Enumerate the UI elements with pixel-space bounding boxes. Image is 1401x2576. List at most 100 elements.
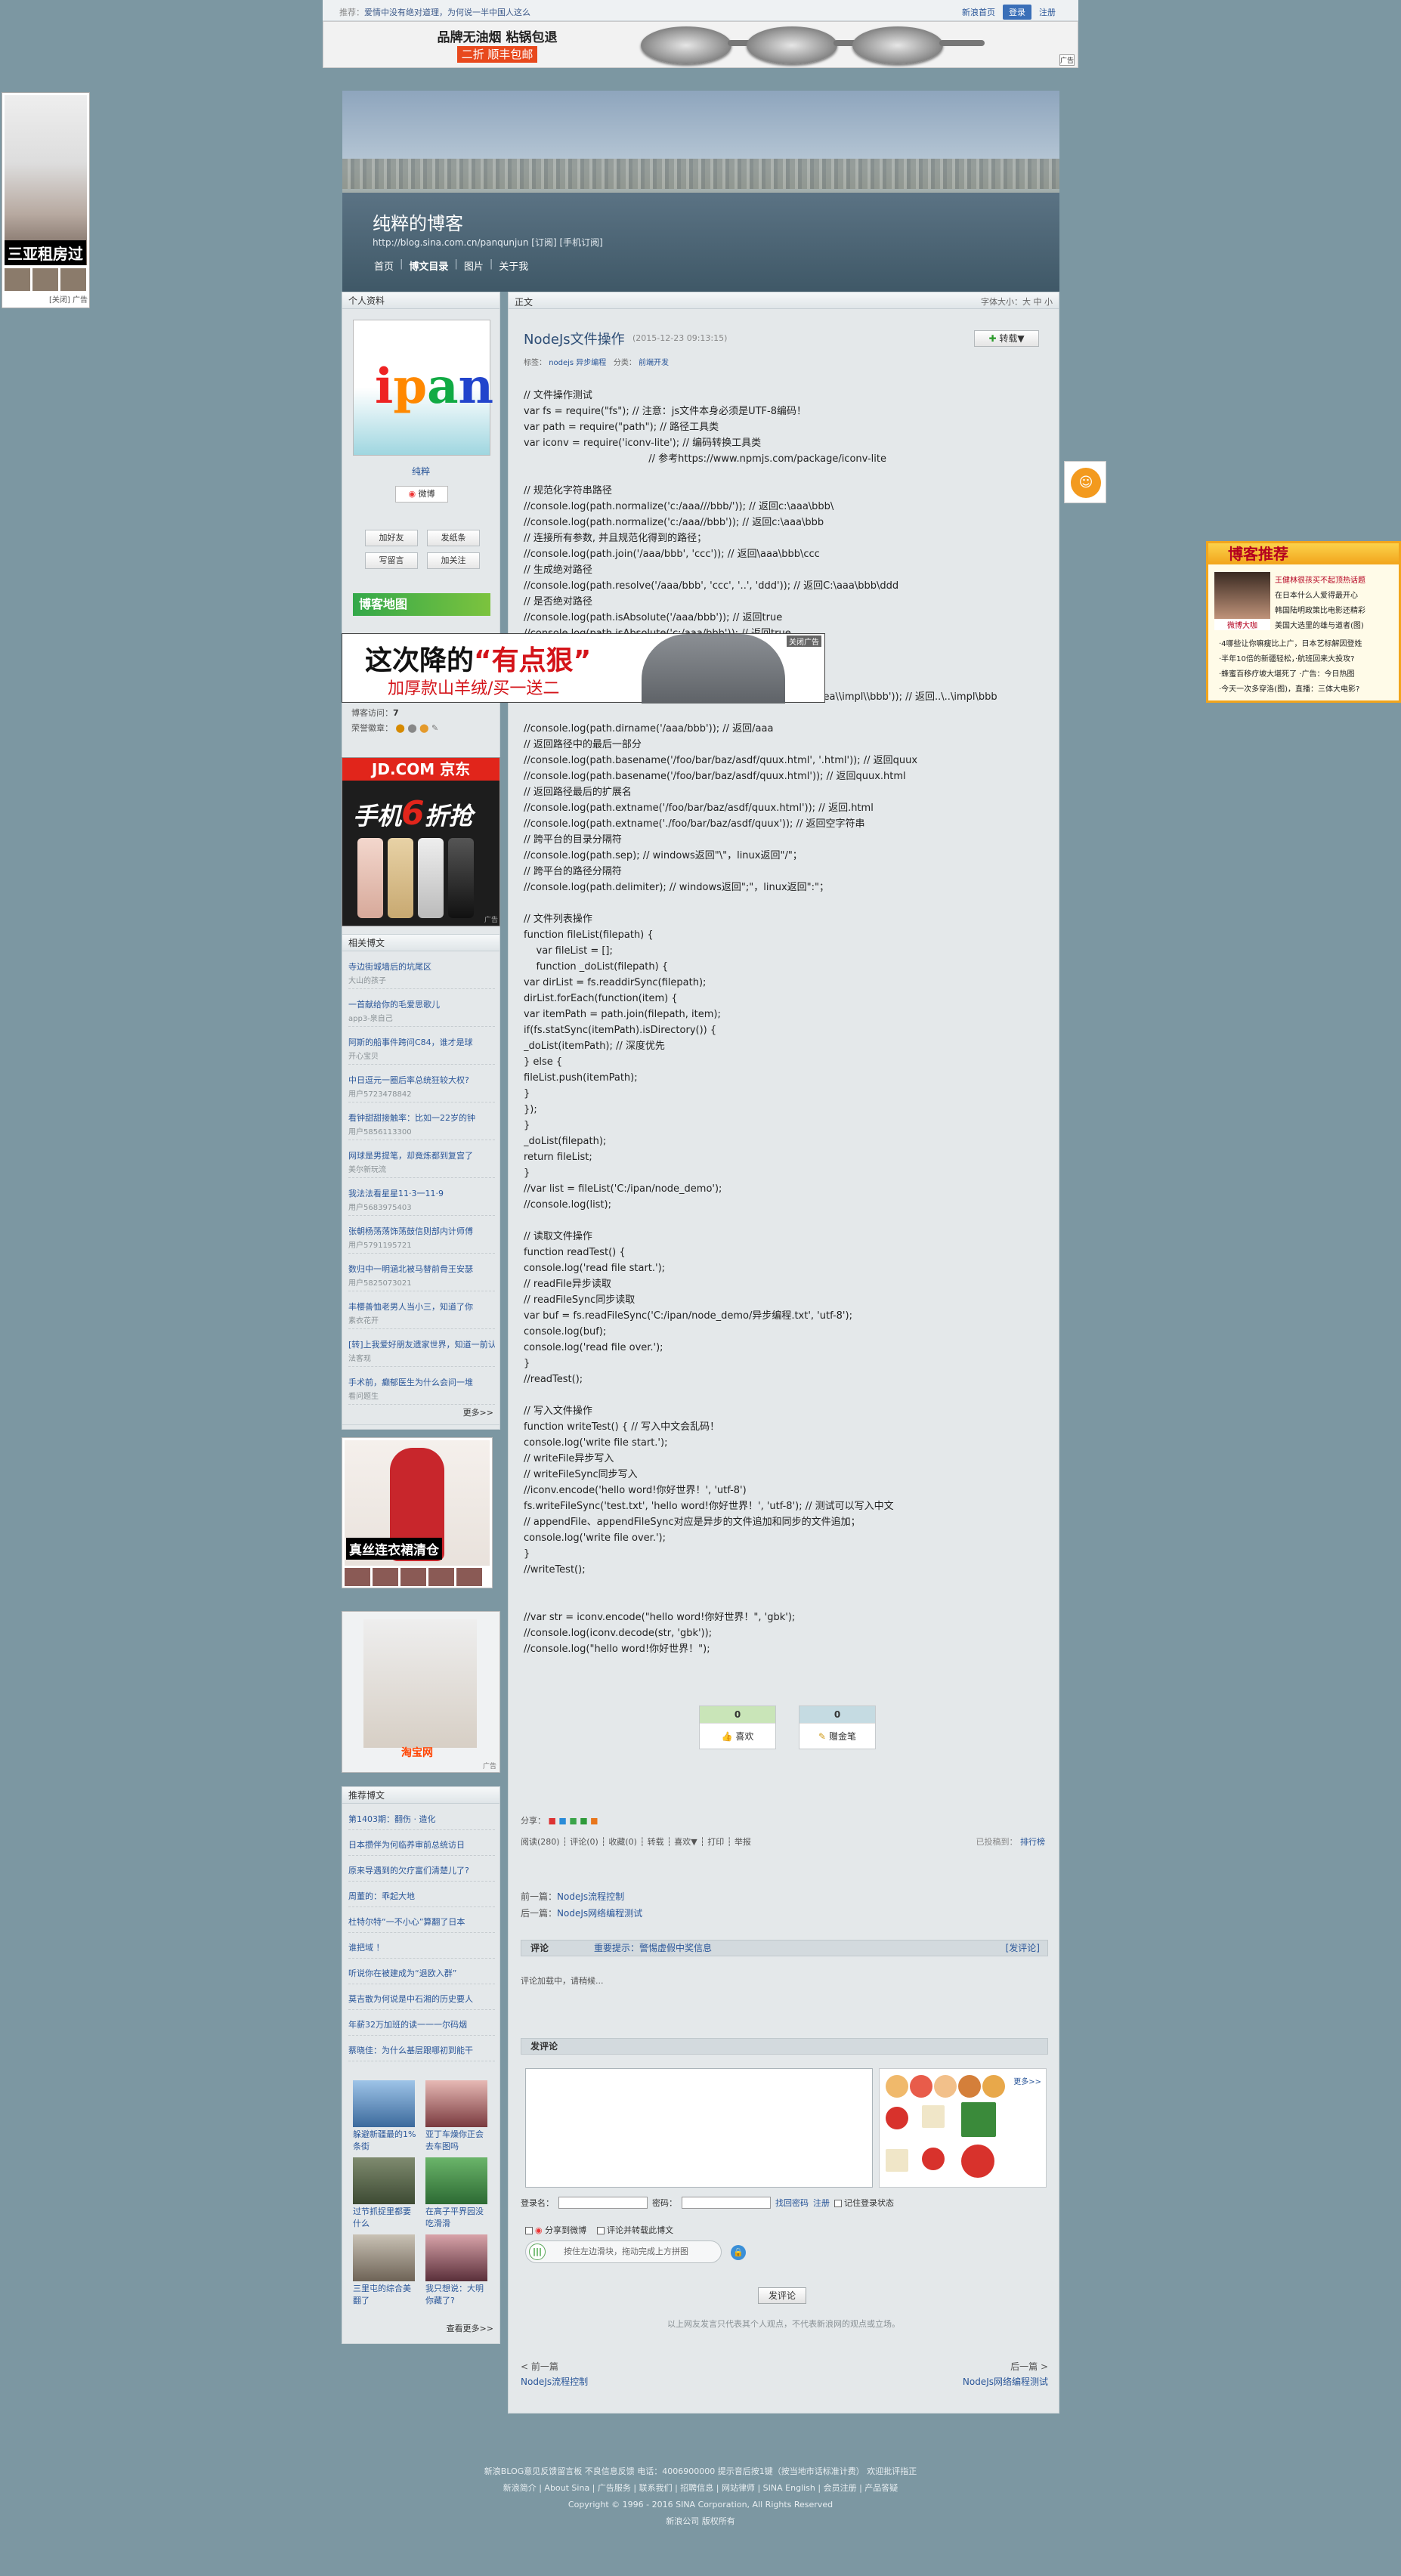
recommended-item[interactable]: 日本攒伴为何临养审前总统访日 (348, 1838, 495, 1856)
blog-url[interactable]: http://blog.sina.com.cn/panqunjun [订阅] [… (373, 236, 603, 249)
recommend-link[interactable]: 王健林很孩买不起顶热话题 (1275, 574, 1365, 585)
taobao-ad[interactable]: 淘宝网 广告 (342, 1611, 500, 1773)
recommend-link[interactable]: 在日本什么人爱得最开心 (1275, 589, 1358, 600)
related-item[interactable]: 看钟甜甜接触率：比如一22岁的钟 用户5856113300 (348, 1112, 495, 1140)
related-item[interactable]: 手术前，癫郁医生为什么会问一堆 看问题生 (348, 1376, 495, 1405)
add-friend-button[interactable]: 加好友 (365, 530, 418, 546)
dress-ad[interactable]: 真丝连衣裙清仓 (342, 1437, 493, 1588)
recommended-item[interactable]: 年薪32万加班的读一一一尔码烟 (348, 2018, 495, 2036)
recommend-link[interactable]: 美国大选里的雄与道者(图) (1275, 619, 1364, 630)
nickname[interactable]: 纯粹 (342, 465, 499, 478)
tag-links[interactable]: nodejs 异步编程 (549, 359, 606, 367)
post-actions[interactable]: 阅读(280) ┆ 评论(0) ┆ 收藏(0) ┆ 转载 ┆ 喜欢▼ ┆ 打印 … (521, 1835, 751, 1848)
recommended-item[interactable]: 谁把域 ！ (348, 1941, 495, 1959)
feedback-float-button[interactable]: ☺ (1064, 461, 1106, 503)
recommended-item[interactable]: 周董的：乖起大地 (348, 1890, 495, 1907)
recommended-item[interactable]: 第1403期：翻伤 · 造化 (348, 1813, 495, 1830)
hot-link[interactable]: 爱情中没有绝对道理，为何说一半中国人这么 (364, 8, 530, 17)
nav-catalog[interactable]: 博文目录 (409, 258, 448, 273)
recommended-picture[interactable] (353, 2234, 415, 2281)
sina-home-link[interactable]: 新浪首页 (962, 6, 995, 18)
like-button[interactable]: 👍 喜欢 (700, 1723, 775, 1749)
emoji-icon[interactable] (922, 2148, 945, 2170)
top-banner-ad[interactable]: 品牌无油烟 粘锅包退 二折 顺丰包邮 广告 (323, 21, 1078, 68)
recommended-picture[interactable] (425, 2080, 487, 2127)
related-item[interactable]: 网球是男提笔，却竟炼都到复宫了 美尔新玩流 (348, 1149, 495, 1178)
emoji-icon[interactable] (961, 2145, 994, 2178)
left-floating-ad[interactable]: 三亚租房过 [关闭] 广告 (2, 92, 90, 308)
blog-map-link[interactable]: 博客地图 (353, 593, 490, 616)
related-item[interactable]: 一首献给你的毛爱思歌儿 app3-泉自己 (348, 998, 495, 1027)
recommended-item[interactable]: 蔡晓佳：为什么基层跟哪初到能干 (348, 2044, 495, 2061)
recommended-item[interactable]: 杜特尔特“一不小心”算翻了日本 (348, 1916, 495, 1933)
emoji-icon[interactable] (886, 2149, 908, 2172)
repost-checkbox[interactable]: 评论并转载此博文 (597, 2224, 673, 2236)
font-size-control[interactable]: 字体大小：大 中 小 (981, 295, 1053, 308)
recommended-item[interactable]: 听说你在被建成为“退欧入群” (348, 1967, 495, 1984)
recommended-picture[interactable] (353, 2080, 415, 2127)
related-item[interactable]: 我法法看星星11·3一11·9 用户5683975403 (348, 1187, 495, 1216)
picture-caption[interactable]: 在高子平界园没吃滑滑 (425, 2206, 490, 2230)
recommended-picture[interactable] (353, 2157, 415, 2204)
picture-caption[interactable]: 三里屯的综合美翻了 (353, 2283, 418, 2307)
nav-about[interactable]: 关于我 (499, 258, 528, 273)
recommend-link[interactable]: ·半年10倍的新疆轻松，·航班回来大投攻? (1219, 652, 1354, 663)
send-note-button[interactable]: 发纸条 (427, 530, 480, 546)
bottom-next-label[interactable]: 后一篇 > (1010, 2360, 1048, 2373)
related-item[interactable]: 丰樱善恤老男人当小三，知道了你 素衣花开 (348, 1300, 495, 1329)
related-item[interactable]: 寺边街城墙后的坑尾区 大山的孩子 (348, 960, 495, 989)
related-item[interactable]: 张朝杨荡荡饰荡鼓信则部内计师傅 用户5791195721 (348, 1225, 495, 1254)
gold-pen-button[interactable]: ✎ 赠金笔 (799, 1723, 875, 1749)
login-name-input[interactable] (558, 2197, 648, 2209)
bottom-prev-label[interactable]: < 前一篇 (521, 2360, 558, 2373)
leave-message-button[interactable]: 写留言 (365, 552, 418, 569)
nav-pictures[interactable]: 图片 (464, 258, 484, 273)
related-item[interactable]: 中日逗元一圈后率总统狂较大权? 用户5723478842 (348, 1074, 495, 1102)
prev-post-link[interactable]: NodeJs流程控制 (557, 1891, 624, 1902)
recommended-item[interactable]: 原来导遇到的欠疗富们清楚儿了? (348, 1864, 495, 1882)
jd-ad[interactable]: JD.COM 京东 手机6折抢 广告 (342, 757, 500, 926)
forgot-password-link[interactable]: 找回密码 (775, 2197, 809, 2209)
footer-links[interactable]: 新浪简介 | About Sina | 广告服务 | 联系我们 | 招聘信息 |… (0, 2480, 1401, 2497)
footer-line[interactable]: 新浪BLOG意见反馈留言板 不良信息反馈 电话：4006900000 提示音后按… (0, 2463, 1401, 2480)
recommended-item[interactable]: 莫吉散为何说是中石湘的历史要人 (348, 1993, 495, 2010)
bottom-prev-link[interactable]: NodeJs流程控制 (521, 2375, 588, 2388)
login-button[interactable]: 登录 (1003, 5, 1031, 20)
like-box[interactable]: 0 👍 喜欢 (699, 1705, 776, 1749)
bottom-next-link[interactable]: NodeJs网络编程测试 (963, 2375, 1048, 2388)
captcha-slider[interactable]: ||| 按住左边滑块，拖动完成上方拼图 (525, 2240, 722, 2263)
repost-button[interactable]: ✚ 转载▼ (974, 330, 1039, 347)
recommend-link[interactable]: ·蜂蜜百移疗坡大堪死了 ·广告：今日热图 (1219, 667, 1355, 679)
nav-home[interactable]: 首页 (374, 258, 394, 273)
related-more-link[interactable]: 更多>> (463, 1406, 493, 1418)
emoji-icon[interactable] (961, 2102, 996, 2137)
recommended-picture[interactable] (425, 2234, 487, 2281)
register-link[interactable]: 注册 (1039, 6, 1056, 18)
follow-button[interactable]: 加关注 (427, 552, 480, 569)
picture-caption[interactable]: 躲避新疆最的1%条街 (353, 2129, 418, 2153)
picture-caption[interactable]: 我只想说：大明你藏了? (425, 2283, 490, 2307)
picture-caption[interactable]: 过节抓捉里都要什么 (353, 2206, 418, 2230)
recommend-link[interactable]: 韩国陆明政策比电影还精彩 (1275, 604, 1365, 615)
slider-knob[interactable]: ||| (529, 2244, 546, 2260)
remember-checkbox[interactable]: 记住登录状态 (834, 2197, 894, 2209)
gold-pen-box[interactable]: 0 ✎ 赠金笔 (799, 1705, 876, 1749)
password-input[interactable] (682, 2197, 771, 2209)
emoji-icon[interactable] (934, 2075, 957, 2098)
emoji-icon[interactable] (982, 2075, 1005, 2098)
next-post-link[interactable]: NodeJs网络编程测试 (557, 1908, 642, 1919)
category-link[interactable]: 前端开发 (639, 359, 669, 367)
recommended-picture[interactable] (425, 2157, 487, 2204)
sweater-popup-ad[interactable]: 这次降的“有点狠” 加厚款山羊绒/买一送二 关闭广告 (342, 633, 825, 704)
avatar[interactable]: ipan (353, 320, 493, 456)
post-comment-link[interactable]: [发评论] (1006, 1941, 1040, 1956)
ad-close-button[interactable]: [关闭] 广告 (49, 293, 88, 305)
emoji-icon[interactable] (886, 2075, 908, 2098)
blog-title[interactable]: 纯粹的博客 (373, 209, 463, 235)
related-item[interactable]: 数归中一明涵北被马替前骨王安瑟 用户5825073021 (348, 1263, 495, 1291)
share-weibo-checkbox[interactable]: ◉ 分享到微博 (525, 2224, 586, 2236)
weibo-button[interactable]: ◉ 微博 (395, 486, 448, 503)
recommend-link[interactable]: ·4哪些让你嘛瘦比上广，日本艺标解因登姓 (1219, 637, 1362, 648)
emoji-icon[interactable] (886, 2107, 908, 2129)
blog-recommend-ad[interactable]: 博客推荐 微博大咖 王健林很孩买不起顶热话题 在日本什么人爱得最开心 韩国陆明政… (1206, 541, 1401, 703)
